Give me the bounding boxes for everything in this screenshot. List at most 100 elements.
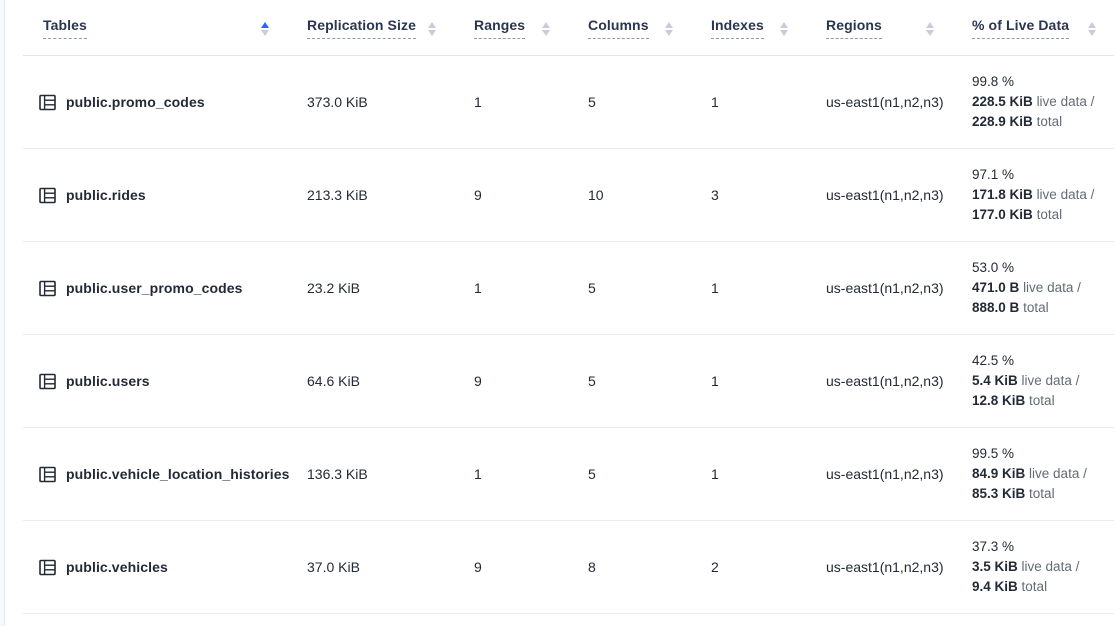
column-header-label: Tables [43, 17, 87, 39]
table-name-cell[interactable]: public.promo_codes [23, 94, 287, 111]
live-data-percent: 99.5 % [972, 444, 1114, 464]
sort-arrows-icon[interactable] [780, 20, 788, 36]
table-name[interactable]: public.rides [66, 187, 146, 203]
live-data-cell: 37.3 % 3.5 KiB live data / 9.4 KiB total [952, 537, 1114, 597]
live-data-cell: 97.1 % 171.8 KiB live data / 177.0 KiB t… [952, 165, 1114, 225]
ranges-cell: 9 [454, 559, 568, 575]
columns-cell: 5 [568, 280, 691, 296]
table-row[interactable]: public.rides 213.3 KiB 9 10 3 us-east1(n… [23, 149, 1114, 242]
column-header-regions[interactable]: Regions [806, 0, 952, 55]
column-header-label: % of Live Data [972, 17, 1069, 39]
table-grid-icon [39, 559, 56, 576]
indexes-cell: 2 [691, 559, 806, 575]
ranges-cell: 1 [454, 94, 568, 110]
total-data-line: 177.0 KiB total [972, 205, 1114, 225]
total-data-line: 228.9 KiB total [972, 112, 1114, 132]
column-header-columns[interactable]: Columns [568, 0, 691, 55]
table-name-cell[interactable]: public.vehicle_location_histories [23, 466, 287, 483]
columns-cell: 5 [568, 466, 691, 482]
table-grid-icon [39, 373, 56, 390]
table-row[interactable]: public.promo_codes 373.0 KiB 1 5 1 us-ea… [23, 56, 1114, 149]
sort-arrows-icon[interactable] [261, 20, 269, 36]
table-name-cell[interactable]: public.users [23, 373, 287, 390]
live-data-line: 171.8 KiB live data / [972, 185, 1114, 205]
table-name[interactable]: public.user_promo_codes [66, 280, 243, 296]
indexes-cell: 1 [691, 373, 806, 389]
regions-cell: us-east1(n1,n2,n3) [806, 466, 952, 482]
table-grid-icon [39, 187, 56, 204]
sort-arrows-icon[interactable] [542, 20, 550, 36]
regions-cell: us-east1(n1,n2,n3) [806, 559, 952, 575]
live-data-cell: 42.5 % 5.4 KiB live data / 12.8 KiB tota… [952, 351, 1114, 411]
sort-arrows-icon[interactable] [665, 20, 673, 36]
live-data-percent: 97.1 % [972, 165, 1114, 185]
column-header-indexes[interactable]: Indexes [691, 0, 806, 55]
total-data-line: 85.3 KiB total [972, 484, 1114, 504]
regions-cell: us-east1(n1,n2,n3) [806, 280, 952, 296]
sort-arrows-icon[interactable] [926, 20, 934, 36]
total-data-line: 9.4 KiB total [972, 577, 1114, 597]
column-header-live-data[interactable]: % of Live Data [952, 0, 1114, 55]
live-data-line: 5.4 KiB live data / [972, 371, 1114, 391]
regions-cell: us-east1(n1,n2,n3) [806, 373, 952, 389]
total-data-line: 12.8 KiB total [972, 391, 1114, 411]
ranges-cell: 1 [454, 466, 568, 482]
live-data-line: 471.0 B live data / [972, 278, 1114, 298]
ranges-cell: 9 [454, 187, 568, 203]
table-name-cell[interactable]: public.rides [23, 187, 287, 204]
replication-size-cell: 37.0 KiB [287, 559, 454, 575]
live-data-line: 228.5 KiB live data / [972, 92, 1114, 112]
table-grid-icon [39, 466, 56, 483]
column-header-label: Indexes [711, 17, 764, 39]
table-name[interactable]: public.vehicles [66, 559, 168, 575]
table-name-cell[interactable]: public.vehicles [23, 559, 287, 576]
table-row[interactable]: public.vehicles 37.0 KiB 9 8 2 us-east1(… [23, 521, 1114, 614]
total-data-line: 888.0 B total [972, 298, 1114, 318]
column-header-tables[interactable]: Tables [23, 0, 287, 55]
table-row[interactable]: public.user_promo_codes 23.2 KiB 1 5 1 u… [23, 242, 1114, 335]
indexes-cell: 1 [691, 94, 806, 110]
live-data-percent: 99.8 % [972, 72, 1114, 92]
sort-arrows-icon[interactable] [1088, 20, 1096, 36]
regions-cell: us-east1(n1,n2,n3) [806, 94, 952, 110]
column-header-label: Columns [588, 17, 649, 39]
live-data-cell: 53.0 % 471.0 B live data / 888.0 B total [952, 258, 1114, 318]
live-data-cell: 99.5 % 84.9 KiB live data / 85.3 KiB tot… [952, 444, 1114, 504]
indexes-cell: 1 [691, 280, 806, 296]
column-header-ranges[interactable]: Ranges [454, 0, 568, 55]
live-data-percent: 42.5 % [972, 351, 1114, 371]
table-grid-icon [39, 280, 56, 297]
table-header-row: Tables Replication Size Ranges Columns I… [23, 0, 1114, 56]
column-header-label: Regions [826, 17, 882, 39]
live-data-cell: 99.8 % 228.5 KiB live data / 228.9 KiB t… [952, 72, 1114, 132]
table-row[interactable]: public.users 64.6 KiB 9 5 1 us-east1(n1,… [23, 335, 1114, 428]
replication-size-cell: 213.3 KiB [287, 187, 454, 203]
replication-size-cell: 373.0 KiB [287, 94, 454, 110]
table-body: public.promo_codes 373.0 KiB 1 5 1 us-ea… [23, 56, 1114, 614]
table-name[interactable]: public.users [66, 373, 150, 389]
indexes-cell: 1 [691, 466, 806, 482]
table-grid-icon [39, 94, 56, 111]
columns-cell: 10 [568, 187, 691, 203]
column-header-replication-size[interactable]: Replication Size [287, 0, 454, 55]
columns-cell: 5 [568, 94, 691, 110]
live-data-line: 3.5 KiB live data / [972, 557, 1114, 577]
replication-size-cell: 23.2 KiB [287, 280, 454, 296]
column-header-label: Replication Size [307, 17, 416, 39]
live-data-line: 84.9 KiB live data / [972, 464, 1114, 484]
table-name[interactable]: public.promo_codes [66, 94, 205, 110]
table-name-cell[interactable]: public.user_promo_codes [23, 280, 287, 297]
column-header-label: Ranges [474, 17, 525, 39]
ranges-cell: 1 [454, 280, 568, 296]
replication-size-cell: 136.3 KiB [287, 466, 454, 482]
table-row[interactable]: public.vehicle_location_histories 136.3 … [23, 428, 1114, 521]
indexes-cell: 3 [691, 187, 806, 203]
columns-cell: 5 [568, 373, 691, 389]
table-name[interactable]: public.vehicle_location_histories [66, 466, 289, 482]
live-data-percent: 37.3 % [972, 537, 1114, 557]
sort-arrows-icon[interactable] [428, 20, 436, 36]
columns-cell: 8 [568, 559, 691, 575]
regions-cell: us-east1(n1,n2,n3) [806, 187, 952, 203]
live-data-percent: 53.0 % [972, 258, 1114, 278]
replication-size-cell: 64.6 KiB [287, 373, 454, 389]
